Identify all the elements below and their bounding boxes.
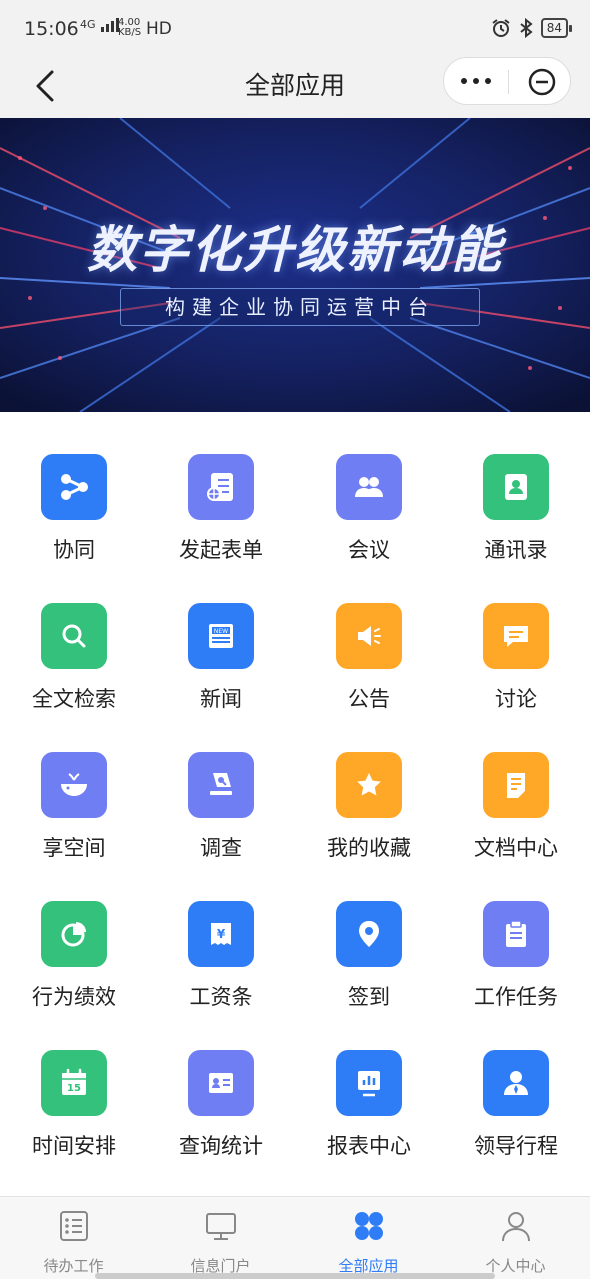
- app-label: 领导行程: [474, 1134, 558, 1158]
- mini-program-capsule: [443, 57, 571, 105]
- clipboard-icon: [483, 901, 549, 967]
- nav-bar: 全部应用: [0, 57, 590, 118]
- promo-banner[interactable]: 数字化升级新动能 构建企业协同运营中台: [0, 118, 590, 412]
- app-survey[interactable]: 调查: [147, 740, 295, 889]
- alarm-icon: [492, 19, 510, 37]
- app-label: 协同: [53, 538, 95, 562]
- network-type: 4G: [80, 18, 96, 31]
- app-label: 发起表单: [179, 538, 263, 562]
- banner-subtitle: 构建企业协同运营中台: [120, 288, 480, 326]
- app-label: 我的收藏: [327, 836, 411, 860]
- chat-bubble-icon: [483, 603, 549, 669]
- app-schedule[interactable]: 15 时间安排: [0, 1038, 148, 1187]
- app-payslip[interactable]: ¥ 工资条: [147, 889, 295, 1038]
- user-icon: [483, 1050, 549, 1116]
- more-dots-icon[interactable]: [460, 76, 492, 86]
- app-report-center[interactable]: 报表中心: [295, 1038, 443, 1187]
- capsule-divider: [508, 70, 509, 94]
- app-label: 报表中心: [327, 1134, 411, 1158]
- app-document-center[interactable]: 文档中心: [442, 740, 590, 889]
- app-label: 全文检索: [32, 687, 116, 711]
- network-indicator: 4G: [80, 18, 121, 32]
- bottom-tab-bar: 待办工作 信息门户 全部应用 个人中心: [0, 1196, 590, 1279]
- contact-book-icon: [483, 454, 549, 520]
- tab-portal[interactable]: 信息门户: [147, 1197, 294, 1280]
- app-xietong[interactable]: 协同: [0, 442, 148, 591]
- location-pin-icon: [336, 901, 402, 967]
- tab-all-apps[interactable]: 全部应用: [295, 1197, 442, 1280]
- people-icon: [336, 454, 402, 520]
- app-label: 时间安排: [32, 1134, 116, 1158]
- news-badge-text: NEW: [214, 628, 228, 635]
- star-icon: [336, 752, 402, 818]
- document-icon: [483, 752, 549, 818]
- app-favorites[interactable]: 我的收藏: [295, 740, 443, 889]
- status-bar: 15:06 4G 4.00 KB/S HD 84: [0, 0, 590, 60]
- home-indicator: [95, 1273, 495, 1279]
- calendar-icon: 15: [41, 1050, 107, 1116]
- app-label: 行为绩效: [32, 985, 116, 1009]
- circle-minus-icon[interactable]: [528, 68, 556, 96]
- app-fulltext-search[interactable]: 全文检索: [0, 591, 148, 740]
- status-time: 15:06: [24, 18, 79, 40]
- app-discussion[interactable]: 讨论: [442, 591, 590, 740]
- hd-indicator: HD: [146, 19, 172, 39]
- news-icon: NEW: [188, 603, 254, 669]
- app-form[interactable]: 发起表单: [147, 442, 295, 591]
- yuan-symbol: ¥: [217, 927, 226, 941]
- megaphone-icon: [336, 603, 402, 669]
- survey-icon: [188, 752, 254, 818]
- app-checkin[interactable]: 签到: [295, 889, 443, 1038]
- form-globe-icon: [188, 454, 254, 520]
- app-leader-itinerary[interactable]: 领导行程: [442, 1038, 590, 1187]
- monitor-icon: [206, 1213, 236, 1240]
- app-news[interactable]: NEW 新闻: [147, 591, 295, 740]
- search-icon: [41, 603, 107, 669]
- app-meeting[interactable]: 会议: [295, 442, 443, 591]
- app-contacts[interactable]: 通讯录: [442, 442, 590, 591]
- app-label: 调查: [200, 836, 242, 860]
- app-label: 享空间: [42, 836, 106, 860]
- app-label: 通讯录: [484, 538, 548, 562]
- bluetooth-icon: [520, 18, 533, 38]
- app-label: 文档中心: [474, 836, 558, 860]
- app-label: 签到: [348, 985, 390, 1009]
- app-label: 讨论: [495, 687, 537, 711]
- app-work-tasks[interactable]: 工作任务: [442, 889, 590, 1038]
- app-label: 查询统计: [179, 1134, 263, 1158]
- network-speed: 4.00 KB/S: [118, 17, 142, 38]
- whale-icon: [41, 752, 107, 818]
- todo-list-icon: [60, 1211, 88, 1241]
- apps-grid-icon: [355, 1212, 383, 1240]
- app-label: 新闻: [200, 687, 242, 711]
- app-share-space[interactable]: 享空间: [0, 740, 148, 889]
- tab-profile[interactable]: 个人中心: [442, 1197, 589, 1280]
- tab-todo[interactable]: 待办工作: [0, 1197, 147, 1280]
- yuan-receipt-icon: ¥: [188, 901, 254, 967]
- app-performance[interactable]: 行为绩效: [0, 889, 148, 1038]
- banner-title: 数字化升级新动能: [87, 221, 503, 279]
- app-query-stats[interactable]: 查询统计: [147, 1038, 295, 1187]
- app-label: 工资条: [189, 985, 253, 1009]
- pie-chart-icon: [41, 901, 107, 967]
- calendar-day: 15: [67, 1083, 81, 1094]
- bar-chart-icon: [336, 1050, 402, 1116]
- app-announcement[interactable]: 公告: [295, 591, 443, 740]
- app-label: 会议: [348, 538, 390, 562]
- id-card-icon: [188, 1050, 254, 1116]
- battery-indicator: 84: [540, 18, 573, 38]
- app-label: 公告: [348, 687, 390, 711]
- share-nodes-icon: [41, 454, 107, 520]
- person-icon: [502, 1212, 530, 1242]
- app-label: 工作任务: [474, 985, 558, 1009]
